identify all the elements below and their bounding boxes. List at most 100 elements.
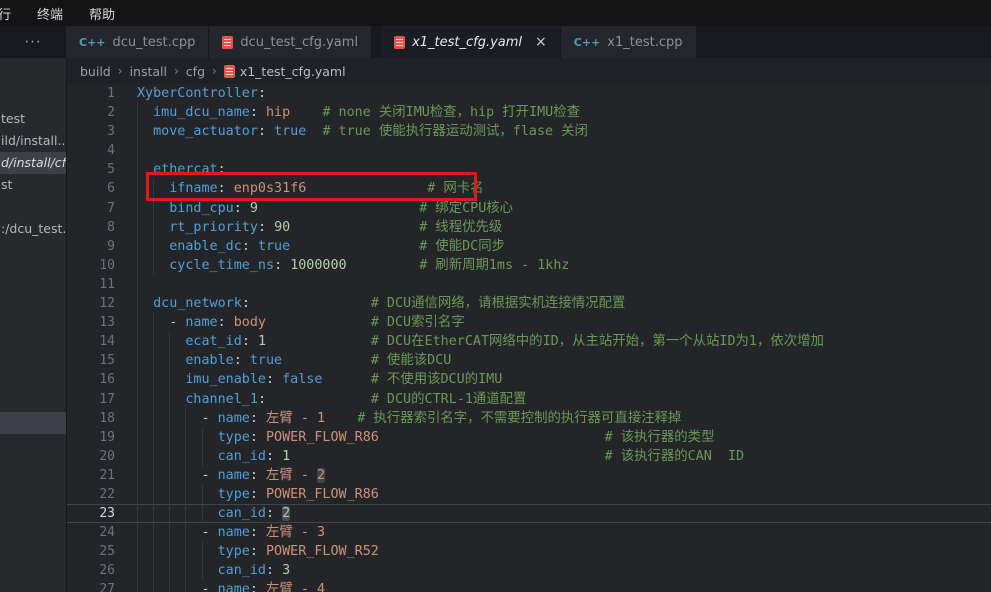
- sidebar-item[interactable]: d/install/cfg: [0, 152, 66, 174]
- tab-x1_test.cpp[interactable]: C++x1_test.cpp: [561, 26, 696, 58]
- breadcrumb-item-install[interactable]: install: [130, 64, 167, 79]
- code-area[interactable]: 1XyberController:2 imu_dcu_name: hip # n…: [67, 84, 991, 592]
- editor-pane[interactable]: build›install›cfg›x1_test_cfg.yaml 1Xybe…: [67, 58, 991, 592]
- code-line-8[interactable]: 8 rt_priority: 90 # 线程优先级: [67, 218, 991, 237]
- indent: [137, 487, 218, 502]
- more-actions-button[interactable]: ···: [0, 26, 66, 58]
- code-line-19[interactable]: 19 type: POWER_FLOW_R86 # 该执行器的类型: [67, 428, 991, 447]
- code-line-23[interactable]: 23 can_id: 2: [67, 504, 991, 523]
- breadcrumb-file[interactable]: x1_test_cfg.yaml: [224, 64, 346, 79]
- token: [282, 353, 371, 368]
- indent: [137, 334, 185, 349]
- token: [274, 506, 282, 521]
- token: 3: [282, 563, 290, 578]
- token: imu_enable: [185, 372, 266, 387]
- token: [325, 411, 357, 426]
- indent-guide: [137, 275, 138, 294]
- indent-guide: [137, 409, 138, 428]
- indent-guide: [169, 523, 170, 542]
- token: 1: [258, 334, 266, 349]
- token: [250, 334, 258, 349]
- token: [258, 582, 266, 592]
- code-text: move_actuator: true # true 使能执行器运动测试，fla…: [137, 122, 588, 141]
- line-number: 20: [67, 447, 115, 466]
- sidebar-item[interactable]: st: [0, 174, 66, 196]
- indent-guide: [169, 390, 170, 409]
- code-line-6[interactable]: 6 ifname: enp0s31f6 # 网卡名: [67, 179, 991, 198]
- code-line-14[interactable]: 14 ecat_id: 1 # DCU在EtherCAT网络中的ID，从主站开始…: [67, 332, 991, 351]
- code-line-10[interactable]: 10 cycle_time_ns: 1000000 # 刷新周期1ms - 1k…: [67, 256, 991, 275]
- code-line-12[interactable]: 12 dcu_network: # DCU通信网络，请根据实机连接情况配置: [67, 294, 991, 313]
- line-number: 24: [67, 523, 115, 542]
- line-number: 11: [67, 275, 115, 294]
- code-line-3[interactable]: 3 move_actuator: true # true 使能执行器运动测试，f…: [67, 122, 991, 141]
- sidebar-item[interactable]: test: [0, 108, 66, 130]
- code-line-24[interactable]: 24 - name: 左臂 - 3: [67, 523, 991, 542]
- code-line-27[interactable]: 27 - name: 左臂 - 4: [67, 580, 991, 592]
- tab-x1_test_cfg.yaml[interactable]: x1_test_cfg.yaml×: [381, 26, 560, 58]
- breadcrumb-item-cfg[interactable]: cfg: [186, 64, 205, 79]
- code-text: type: POWER_FLOW_R86 # 该执行器的类型: [137, 428, 714, 447]
- code-line-11[interactable]: 11: [67, 275, 991, 294]
- code-line-7[interactable]: 7 bind_cpu: 9 # 绑定CPU核心: [67, 199, 991, 218]
- line-number: 26: [67, 561, 115, 580]
- sidebar-item[interactable]: :/dcu_test...: [0, 218, 66, 240]
- code-line-26[interactable]: 26 can_id: 3: [67, 561, 991, 580]
- indent-guide: [137, 313, 138, 332]
- token: # DCU在EtherCAT网络中的ID，从主站开始，第一个从站ID为1，依次增…: [371, 334, 824, 349]
- code-line-4[interactable]: 4: [67, 141, 991, 160]
- menu-bar: 行终端帮助: [0, 0, 991, 26]
- menu-item-帮助[interactable]: 帮助: [76, 4, 128, 23]
- code-line-5[interactable]: 5 ethercat:: [67, 160, 991, 179]
- token: [290, 449, 604, 464]
- code-line-20[interactable]: 20 can_id: 1 # 该执行器的CAN ID: [67, 447, 991, 466]
- code-line-18[interactable]: 18 - name: 左臂 - 1 # 执行器索引名字，不需要控制的执行器可直接…: [67, 409, 991, 428]
- token: :: [242, 334, 250, 349]
- tab-dcu_test.cpp[interactable]: C++dcu_test.cpp: [66, 26, 208, 58]
- code-line-13[interactable]: 13 - name: body # DCU索引名字: [67, 313, 991, 332]
- code-text: - name: body # DCU索引名字: [137, 313, 465, 332]
- sidebar-item[interactable]: ild/install...: [0, 130, 66, 152]
- token: # 使能DC同步: [419, 239, 505, 254]
- code-line-21[interactable]: 21 - name: 左臂 - 2: [67, 466, 991, 485]
- token: POWER_FLOW_R86: [266, 430, 379, 445]
- token: :: [258, 124, 266, 139]
- code-line-2[interactable]: 2 imu_dcu_name: hip # none 关闭IMU检查，hip 打…: [67, 103, 991, 122]
- token: :: [258, 392, 266, 407]
- token: true: [250, 353, 282, 368]
- code-line-22[interactable]: 22 type: POWER_FLOW_R86: [67, 485, 991, 504]
- token: 90: [274, 220, 290, 235]
- token: [290, 239, 419, 254]
- sidebar-spacer: [0, 240, 66, 412]
- token: [274, 372, 282, 387]
- code-line-25[interactable]: 25 type: POWER_FLOW_R52: [67, 542, 991, 561]
- code-text: imu_enable: false # 不使用该DCU的IMU: [137, 370, 502, 389]
- yaml-file-icon: [224, 65, 235, 78]
- indent-guide: [137, 542, 138, 561]
- close-icon[interactable]: ×: [535, 35, 547, 49]
- token: [290, 105, 322, 120]
- token: XyberController: [137, 86, 258, 101]
- code-text: can_id: 3: [137, 561, 290, 580]
- breadcrumb-item-build[interactable]: build: [80, 64, 111, 79]
- code-text: [137, 141, 153, 160]
- token: :: [266, 563, 274, 578]
- token: [266, 334, 371, 349]
- code-text: dcu_network: # DCU通信网络，请根据实机连接情况配置: [137, 294, 625, 313]
- line-number: 4: [67, 141, 115, 160]
- code-line-15[interactable]: 15 enable: true # 使能该DCU: [67, 351, 991, 370]
- menu-item-行[interactable]: 行: [0, 4, 24, 23]
- token: :: [218, 315, 226, 330]
- token: 1000000: [290, 258, 346, 273]
- token: [379, 430, 605, 445]
- code-line-9[interactable]: 9 enable_dc: true # 使能DC同步: [67, 237, 991, 256]
- code-text: can_id: 1 # 该执行器的CAN ID: [137, 447, 744, 466]
- code-line-17[interactable]: 17 channel_1: # DCU的CTRL-1通道配置: [67, 390, 991, 409]
- tab-dcu_test_cfg.yaml[interactable]: dcu_test_cfg.yaml: [209, 26, 371, 58]
- code-line-16[interactable]: 16 imu_enable: false # 不使用该DCU的IMU: [67, 370, 991, 389]
- indent-guide: [185, 447, 186, 466]
- token: [266, 220, 274, 235]
- menu-item-终端[interactable]: 终端: [24, 4, 76, 23]
- sidebar-item[interactable]: [0, 412, 66, 434]
- code-line-1[interactable]: 1XyberController:: [67, 84, 991, 103]
